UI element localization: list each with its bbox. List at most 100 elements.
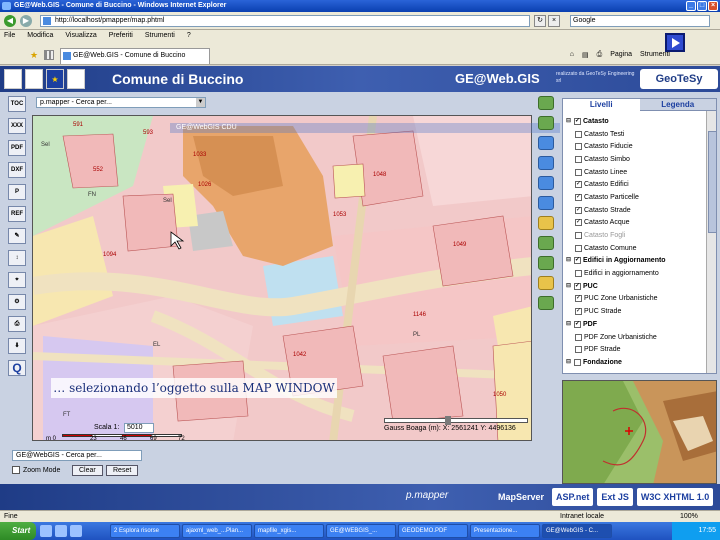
select-tool-icon[interactable]	[538, 216, 554, 230]
layer-row[interactable]: Catasto Simbo	[565, 153, 705, 166]
tools-menu[interactable]: Strumenti	[640, 51, 670, 59]
forward-button[interactable]: ▶	[20, 15, 32, 27]
layer-checkbox[interactable]: ✓	[574, 117, 581, 125]
layer-checkbox[interactable]: ✓	[574, 320, 581, 328]
layer-row[interactable]: Catasto Fogli	[565, 229, 705, 242]
play-button[interactable]	[665, 33, 685, 52]
zoom-in-icon[interactable]	[538, 136, 554, 150]
pdf-export-button[interactable]: PDF	[8, 140, 26, 156]
layer-row[interactable]: ⊟ ✓ Edifici in Aggiornamento	[565, 255, 705, 268]
table-icon[interactable]: XXX	[8, 118, 26, 134]
start-button[interactable]: Start	[0, 522, 36, 540]
layer-checkbox[interactable]: ✓	[575, 181, 582, 189]
layer-row[interactable]: Catasto Fiducie	[565, 140, 705, 153]
zoom-slider[interactable]	[384, 416, 528, 425]
refresh-button[interactable]: ↻	[534, 15, 546, 27]
taskbar-item[interactable]: ajaxml_web_...Plan...	[182, 524, 252, 538]
feeds-icon[interactable]: ▤	[582, 51, 589, 59]
layer-row[interactable]: ✓ Catasto Acque	[565, 217, 705, 230]
dxf-export-button[interactable]: DXF	[8, 162, 26, 178]
search-tool-icon[interactable]	[538, 276, 554, 290]
identify-icon[interactable]: ↕	[8, 250, 26, 266]
media-icon[interactable]	[70, 525, 82, 537]
parcel-icon[interactable]: P	[8, 184, 26, 200]
layer-row[interactable]: PDF Strade	[565, 343, 705, 356]
scale-input[interactable]: 5010	[124, 423, 154, 433]
layer-row[interactable]: ✓ Catasto Strade	[565, 204, 705, 217]
search-select[interactable]: GE@WebGIS - Cerca per...	[12, 450, 142, 461]
pan-north-icon[interactable]	[538, 96, 554, 110]
expand-icon[interactable]: ⊟	[565, 257, 572, 264]
layer-row[interactable]: ✓ Catasto Edifici	[565, 178, 705, 191]
expand-icon[interactable]: ⊟	[565, 283, 572, 290]
taskbar-item[interactable]: GEODEMO.PDF	[398, 524, 468, 538]
layer-checkbox[interactable]	[575, 333, 582, 341]
expand-icon[interactable]: ⊟	[565, 321, 572, 328]
map-search-select[interactable]: p.mapper - Cerca per... ▼	[36, 97, 206, 108]
favorites-star-icon[interactable]: ★	[30, 50, 38, 61]
layer-row[interactable]: ⊟ ✓ PUC	[565, 280, 705, 293]
back-button[interactable]: ◀	[4, 15, 16, 27]
layer-checkbox[interactable]: ✓	[575, 308, 582, 316]
layer-checkbox[interactable]	[575, 130, 582, 138]
layer-row[interactable]: ⊟ ✓ Catasto	[565, 115, 705, 128]
layer-row[interactable]: Catasto Comune	[565, 242, 705, 255]
layer-checkbox[interactable]: ✓	[574, 282, 581, 290]
expand-icon[interactable]: ⊟	[565, 118, 572, 125]
layer-checkbox[interactable]	[575, 168, 582, 176]
menu-favorites[interactable]: Preferiti	[109, 30, 133, 42]
taskbar-item[interactable]: 2 Esplora risorse	[110, 524, 180, 538]
tab-livelli[interactable]: Livelli	[563, 99, 640, 111]
layer-checkbox[interactable]	[574, 358, 581, 366]
search-input[interactable]: Google	[570, 15, 710, 27]
forward-arrow-icon[interactable]	[538, 116, 554, 130]
layer-checkbox[interactable]: ✓	[575, 219, 582, 227]
stop-button[interactable]: ×	[548, 15, 560, 27]
layer-checkbox[interactable]: ✓	[574, 257, 581, 265]
layer-checkbox[interactable]	[575, 143, 582, 151]
browser-icon[interactable]	[55, 525, 67, 537]
close-button[interactable]: ×	[708, 1, 718, 11]
overview-map[interactable]	[562, 380, 717, 484]
desktop-icon[interactable]	[40, 525, 52, 537]
tools-icon[interactable]: ⚙	[8, 294, 26, 310]
taskbar-item[interactable]: GE@WEBGIS_...	[326, 524, 396, 538]
download-icon[interactable]: ⬇	[8, 338, 26, 354]
refresh-map-icon[interactable]	[538, 256, 554, 270]
zoom-out-icon[interactable]	[538, 156, 554, 170]
clear-button[interactable]: Clear	[72, 465, 103, 476]
taskbar-item[interactable]: GE@WebGIS - C...	[542, 524, 612, 538]
print-icon[interactable]: ⎙	[597, 51, 603, 59]
layer-row[interactable]: ⊟ Fondazione	[565, 356, 705, 369]
select-icon[interactable]: ⌖	[8, 272, 26, 288]
pan-icon[interactable]	[538, 176, 554, 190]
toc-icon[interactable]: TOC	[8, 96, 26, 112]
layer-row[interactable]: ✓ PUC Zone Urbanistiche	[565, 293, 705, 306]
quick-tabs-icon[interactable]	[44, 50, 54, 60]
identify-info-icon[interactable]	[538, 196, 554, 210]
minimize-button[interactable]: _	[686, 1, 696, 11]
layer-row[interactable]: Catasto Linee	[565, 166, 705, 179]
measure-icon[interactable]: ✎	[8, 228, 26, 244]
layer-checkbox[interactable]	[575, 244, 582, 252]
measure-tool-icon[interactable]	[538, 236, 554, 250]
layer-row[interactable]: ⊟ ✓ PDF	[565, 318, 705, 331]
url-input[interactable]: http://localhost/pmapper/map.phtml	[40, 15, 530, 27]
layer-checkbox[interactable]: ✓	[575, 206, 582, 214]
layer-scrollbar[interactable]	[706, 111, 717, 373]
help-tool-icon[interactable]	[538, 296, 554, 310]
tab-legenda[interactable]: Legenda	[639, 99, 716, 111]
layer-checkbox[interactable]	[575, 232, 582, 240]
tab-current[interactable]: GE@Web.GIS - Comune di Buccino	[60, 48, 210, 64]
layer-row[interactable]: ✓ Catasto Particelle	[565, 191, 705, 204]
layer-checkbox[interactable]: ✓	[575, 295, 582, 303]
taskbar-item[interactable]: mapfile_xgis...	[254, 524, 324, 538]
reset-button[interactable]: Reset	[106, 465, 139, 476]
layer-row[interactable]: Catasto Testi	[565, 128, 705, 141]
reference-icon[interactable]: REF	[8, 206, 26, 222]
menu-view[interactable]: Visualizza	[65, 30, 96, 42]
zoom-mode-checkbox[interactable]: Zoom Mode	[12, 466, 60, 474]
layer-checkbox[interactable]	[575, 270, 582, 278]
help-icon[interactable]: Q	[8, 360, 26, 376]
menu-edit[interactable]: Modifica	[27, 30, 53, 42]
